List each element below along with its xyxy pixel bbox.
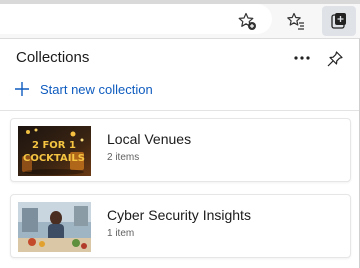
favorites-button[interactable] (281, 6, 311, 36)
pin-icon (327, 51, 343, 67)
collection-thumbnail: 2 FOR 1 COCKTAILS (18, 126, 91, 176)
collection-item-count: 1 item (107, 228, 135, 239)
collection-card-local-venues[interactable]: 2 FOR 1 COCKTAILS Local Venues 2 items (10, 118, 351, 182)
pin-panel-button[interactable] (322, 46, 348, 72)
more-options-button[interactable] (290, 47, 314, 69)
panel-title: Collections (16, 49, 90, 66)
collections-button[interactable] (322, 6, 356, 36)
collections-icon (331, 13, 346, 29)
start-new-collection-button[interactable]: Start new collection (12, 77, 153, 101)
thumbnail-text-line1: 2 FOR 1 (32, 140, 76, 151)
favorites-list-icon (287, 12, 304, 30)
collection-thumbnail (18, 202, 91, 252)
add-to-favorites-button[interactable] (232, 6, 262, 36)
collections-panel: Collections Start new collection 2 FOR 1… (0, 38, 360, 268)
more-dots-icon (294, 56, 310, 60)
collection-title: Cyber Security Insights (107, 207, 251, 223)
collection-item-count: 2 items (107, 152, 140, 163)
plus-icon (12, 79, 32, 99)
collection-title: Local Venues (107, 131, 192, 147)
divider (0, 110, 359, 111)
star-plus-icon (238, 12, 256, 30)
thumbnail-text-line2: COCKTAILS (23, 153, 85, 164)
start-new-collection-label: Start new collection (40, 81, 153, 97)
collection-card-cyber-security-insights[interactable]: Cyber Security Insights 1 item (10, 194, 351, 258)
